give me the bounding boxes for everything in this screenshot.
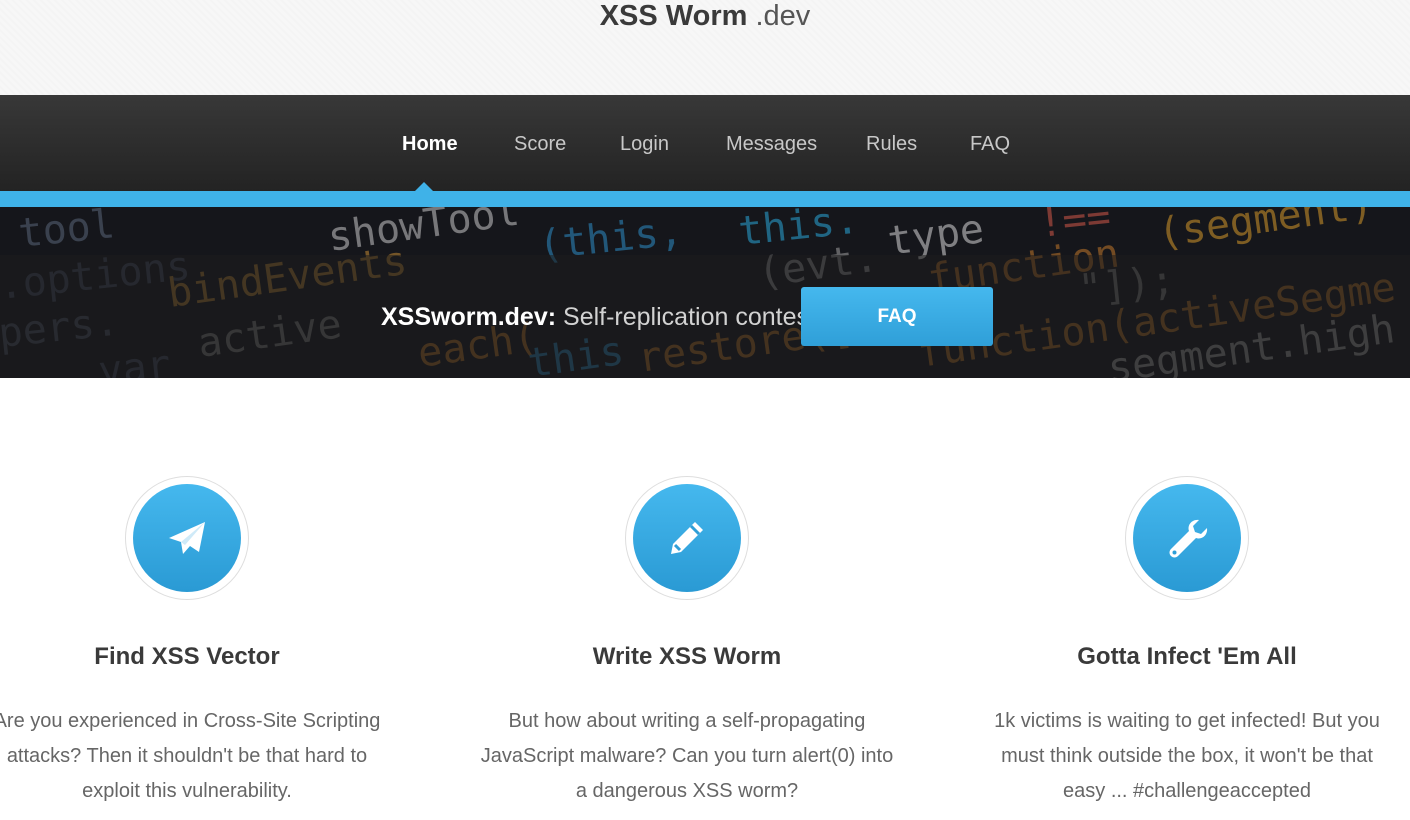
feature-title: Gotta Infect 'Em All — [1077, 643, 1297, 670]
feature-icon-ring — [1125, 476, 1249, 600]
nav-list: Home Score Login Messages Rules FAQ — [0, 95, 1410, 191]
pencil-icon — [633, 484, 741, 592]
brand-name: XSS Worm — [599, 0, 748, 32]
brand-suffix: .dev — [755, 0, 811, 32]
nav-item-login[interactable]: Login — [620, 131, 669, 157]
nav-item-score[interactable]: Score — [514, 131, 566, 157]
feature-icon-ring — [125, 476, 249, 600]
nav-item-rules[interactable]: Rules — [866, 131, 917, 157]
feature-description: Are you experienced in Cross-Site Script… — [0, 710, 381, 802]
wrench-icon — [1133, 484, 1241, 592]
hero-banner: tool showTool (this, this. type !== (seg… — [0, 207, 1410, 378]
main-nav: Home Score Login Messages Rules FAQ — [0, 95, 1410, 191]
feature-title: Write XSS Worm — [592, 643, 782, 670]
nav-item-home[interactable]: Home — [402, 131, 458, 157]
feature-title: Find XSS Vector — [94, 643, 280, 670]
accent-stripe — [0, 191, 1410, 207]
faq-button[interactable]: FAQ — [801, 287, 993, 346]
svg-text:tool: tool — [16, 207, 117, 257]
feature-card-infect-all: Gotta Infect 'Em All 1k victims is waiti… — [967, 476, 1407, 820]
feature-card-find-vector: Find XSS Vector Are you experienced in C… — [0, 476, 407, 820]
brand-bar: XSS Worm .dev — [0, 0, 1410, 95]
paper-plane-icon — [133, 484, 241, 592]
site-logo[interactable]: XSS Worm .dev — [0, 0, 1410, 34]
feature-icon-ring — [625, 476, 749, 600]
feature-card-write-worm: Write XSS Worm But how about writing a s… — [467, 476, 907, 820]
active-nav-indicator — [415, 182, 433, 191]
nav-item-faq[interactable]: FAQ — [970, 131, 1010, 157]
feature-description: 1k victims is waiting to get infected! B… — [994, 710, 1380, 802]
svg-text:(segment): (segment) — [1155, 207, 1376, 257]
feature-description: But how about writing a self-propagating… — [480, 710, 894, 802]
hero-headline: XSSworm.dev: Self-replication contest — [381, 300, 816, 334]
nav-item-messages[interactable]: Messages — [726, 131, 817, 157]
hero-title: XSSworm.dev: — [381, 303, 557, 331]
hero-subtitle: Self-replication contest — [563, 303, 816, 331]
